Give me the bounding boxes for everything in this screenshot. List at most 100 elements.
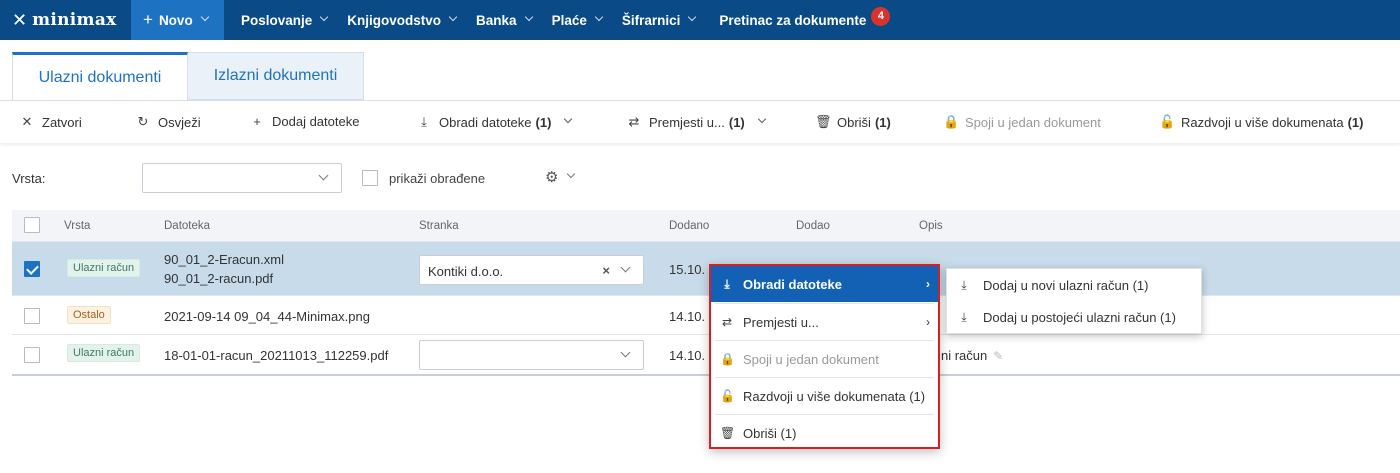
added-date: 14.10. <box>669 309 706 324</box>
document-type-badge: Ostalo <box>67 306 111 324</box>
minimax-logo-icon: ✕ <box>12 9 28 30</box>
nav-item-banka[interactable]: Banka <box>468 0 544 40</box>
document-type-badge: Ulazni račun <box>67 259 141 277</box>
context-menu-item-process-files[interactable]: ⤓ Obradi datoteke › <box>711 266 938 302</box>
nav-item-sifrarnici[interactable]: Šifrarnici <box>614 0 708 40</box>
file-name[interactable]: 90_01_2-Eracun.xml <box>164 252 284 267</box>
context-menu: ⤓ Obradi datoteke › ⇄ Premjesti u... › 🔒… <box>709 264 940 449</box>
clear-icon[interactable]: × <box>602 263 610 278</box>
type-filter-select[interactable] <box>142 163 342 193</box>
download-tray-icon: ⤓ <box>421 114 427 129</box>
column-header-added-by[interactable]: Dodao <box>796 220 830 232</box>
top-navigation: ✕ minimax + Novo Poslovanje Knjigovodstv… <box>0 0 1400 40</box>
party-select[interactable]: Kontiki d.o.o. × <box>419 255 644 285</box>
file-name[interactable]: 2021-09-14 09_04_44-Minimax.png <box>164 309 370 324</box>
chevron-down-icon <box>320 12 329 22</box>
process-files-label: Obradi datoteke <box>439 114 532 130</box>
chevron-down-icon <box>318 170 329 181</box>
context-menu-item-split[interactable]: 🔓 Razdvoji u više dokumenata (1) <box>711 378 938 414</box>
column-header-description[interactable]: Opis <box>919 220 943 232</box>
add-files-button[interactable]: + Dodaj datoteke <box>250 114 359 129</box>
move-to-button[interactable]: ⇄ Premjesti u... (1) <box>627 114 766 130</box>
nav-item-poslovanje[interactable]: Poslovanje <box>224 0 339 40</box>
tab-outgoing-documents[interactable]: Izlazni dokumenti <box>188 52 364 100</box>
split-count: (1) <box>1347 114 1364 130</box>
file-name[interactable]: 90_01_2-racun.pdf <box>164 271 273 286</box>
download-tray-icon: ⤓ <box>961 277 967 292</box>
column-header-type[interactable]: Vrsta <box>64 220 90 232</box>
refresh-label: Osvježi <box>158 114 201 130</box>
delete-label: Obriši <box>837 114 871 130</box>
lock-icon: 🔒 <box>720 352 735 366</box>
nav-item-place[interactable]: Plaće <box>544 0 614 40</box>
plus-icon: + <box>143 10 153 29</box>
party-select[interactable] <box>419 340 644 370</box>
new-menu-label: Novo <box>158 12 193 28</box>
party-select-value: Kontiki d.o.o. <box>428 264 504 279</box>
delete-button[interactable]: 🗑 Obriši (1) <box>815 114 891 130</box>
notification-badge: 4 <box>871 6 891 26</box>
menu-item-label: Dodaj u novi ulazni račun (1) <box>983 277 1149 293</box>
document-type-badge: Ulazni račun <box>67 344 141 362</box>
column-header-added[interactable]: Dodano <box>669 220 709 232</box>
document-tabs: Ulazni dokumenti Izlazni dokumenti <box>12 52 364 100</box>
refresh-button[interactable]: ↻ Osvježi <box>136 114 201 130</box>
tab-incoming-documents[interactable]: Ulazni dokumenti <box>12 52 188 100</box>
added-date: 15.10. <box>669 262 706 277</box>
split-button[interactable]: 🔓 Razdvoji u više dokumenata (1) <box>1159 114 1363 130</box>
column-header-file[interactable]: Datoteka <box>164 220 210 232</box>
context-menu-item-delete[interactable]: 🗑 Obriši (1) <box>711 415 938 451</box>
show-processed-checkbox[interactable] <box>362 170 378 186</box>
logo[interactable]: ✕ minimax <box>0 0 131 40</box>
submenu-item-add-to-new-invoice[interactable]: ⤓ Dodaj u novi ulazni račun (1) <box>947 269 1201 301</box>
added-date: 14.10. <box>669 348 706 363</box>
table-header: Vrsta Datoteka Stranka Dodano Dodao Opis <box>12 210 1400 242</box>
close-button[interactable]: ✕ Zatvori <box>20 114 82 130</box>
nav-item-label: Poslovanje <box>241 12 313 28</box>
chevron-down-icon <box>594 12 604 22</box>
move-to-label: Premjesti u... <box>649 114 725 130</box>
description-text[interactable]: ni račun ✎ <box>941 348 1003 363</box>
nav-item-document-inbox[interactable]: Pretinac za dokumente 4 <box>707 0 902 40</box>
chevron-down-icon <box>524 12 533 22</box>
nav-item-label: Pretinac za dokumente <box>719 12 867 28</box>
toolbar: ✕ Zatvori ↻ Osvježi + Dodaj datoteke ⤓ O… <box>0 101 1400 143</box>
table-bottom-border <box>12 374 1400 376</box>
row-checkbox[interactable] <box>24 308 40 324</box>
new-menu-button[interactable]: + Novo <box>131 0 224 40</box>
nav-item-knjigovodstvo[interactable]: Knjigovodstvo <box>339 0 468 40</box>
lock-icon: 🔒 <box>943 114 960 129</box>
split-label: Razdvoji u više dokumenata <box>1181 114 1344 130</box>
download-tray-icon: ⤓ <box>724 276 730 291</box>
trash-icon: 🗑 <box>815 114 832 129</box>
move-to-count: (1) <box>728 114 745 130</box>
delete-count: (1) <box>874 114 891 130</box>
chevron-down-icon <box>620 347 631 358</box>
row-checkbox[interactable] <box>24 347 40 363</box>
menu-item-label: Dodaj u postojeći ulazni račun (1) <box>983 309 1176 325</box>
chevron-down-icon <box>567 169 576 179</box>
context-menu-item-merge[interactable]: 🔒 Spoji u jedan dokument <box>711 341 938 377</box>
table-row[interactable]: Ulazni račun 18-01-01-racun_20211013_112… <box>12 336 1400 374</box>
trash-icon: 🗑 <box>720 426 736 440</box>
nav-item-label: Šifrarnici <box>621 12 681 28</box>
unlock-icon: 🔓 <box>1159 114 1176 129</box>
row-checkbox[interactable] <box>24 261 40 277</box>
submenu-item-add-to-existing-invoice[interactable]: ⤓ Dodaj u postojeći ulazni račun (1) <box>947 301 1201 333</box>
context-menu-item-move-to[interactable]: ⇄ Premjesti u... › <box>711 304 938 340</box>
process-files-button[interactable]: ⤓ Obradi datoteke (1) <box>417 114 573 130</box>
nav-item-label: Knjigovodstvo <box>347 12 442 28</box>
chevron-right-icon: › <box>926 315 930 329</box>
pencil-icon[interactable]: ✎ <box>993 349 1003 363</box>
menu-item-label: Premjesti u... <box>743 314 819 330</box>
chevron-down-icon <box>200 12 209 22</box>
column-header-party[interactable]: Stranka <box>419 220 459 232</box>
column-settings-button[interactable]: ⚙ <box>545 168 576 186</box>
menu-item-label: Spoji u jedan dokument <box>743 351 879 367</box>
menu-item-label: Razdvoji u više dokumenata (1) <box>743 388 926 404</box>
file-name[interactable]: 18-01-01-racun_20211013_112259.pdf <box>164 348 388 363</box>
chevron-down-icon <box>564 114 573 124</box>
select-all-checkbox[interactable] <box>24 217 40 233</box>
merge-label: Spoji u jedan dokument <box>965 114 1101 130</box>
merge-button[interactable]: 🔒 Spoji u jedan dokument <box>943 114 1101 130</box>
